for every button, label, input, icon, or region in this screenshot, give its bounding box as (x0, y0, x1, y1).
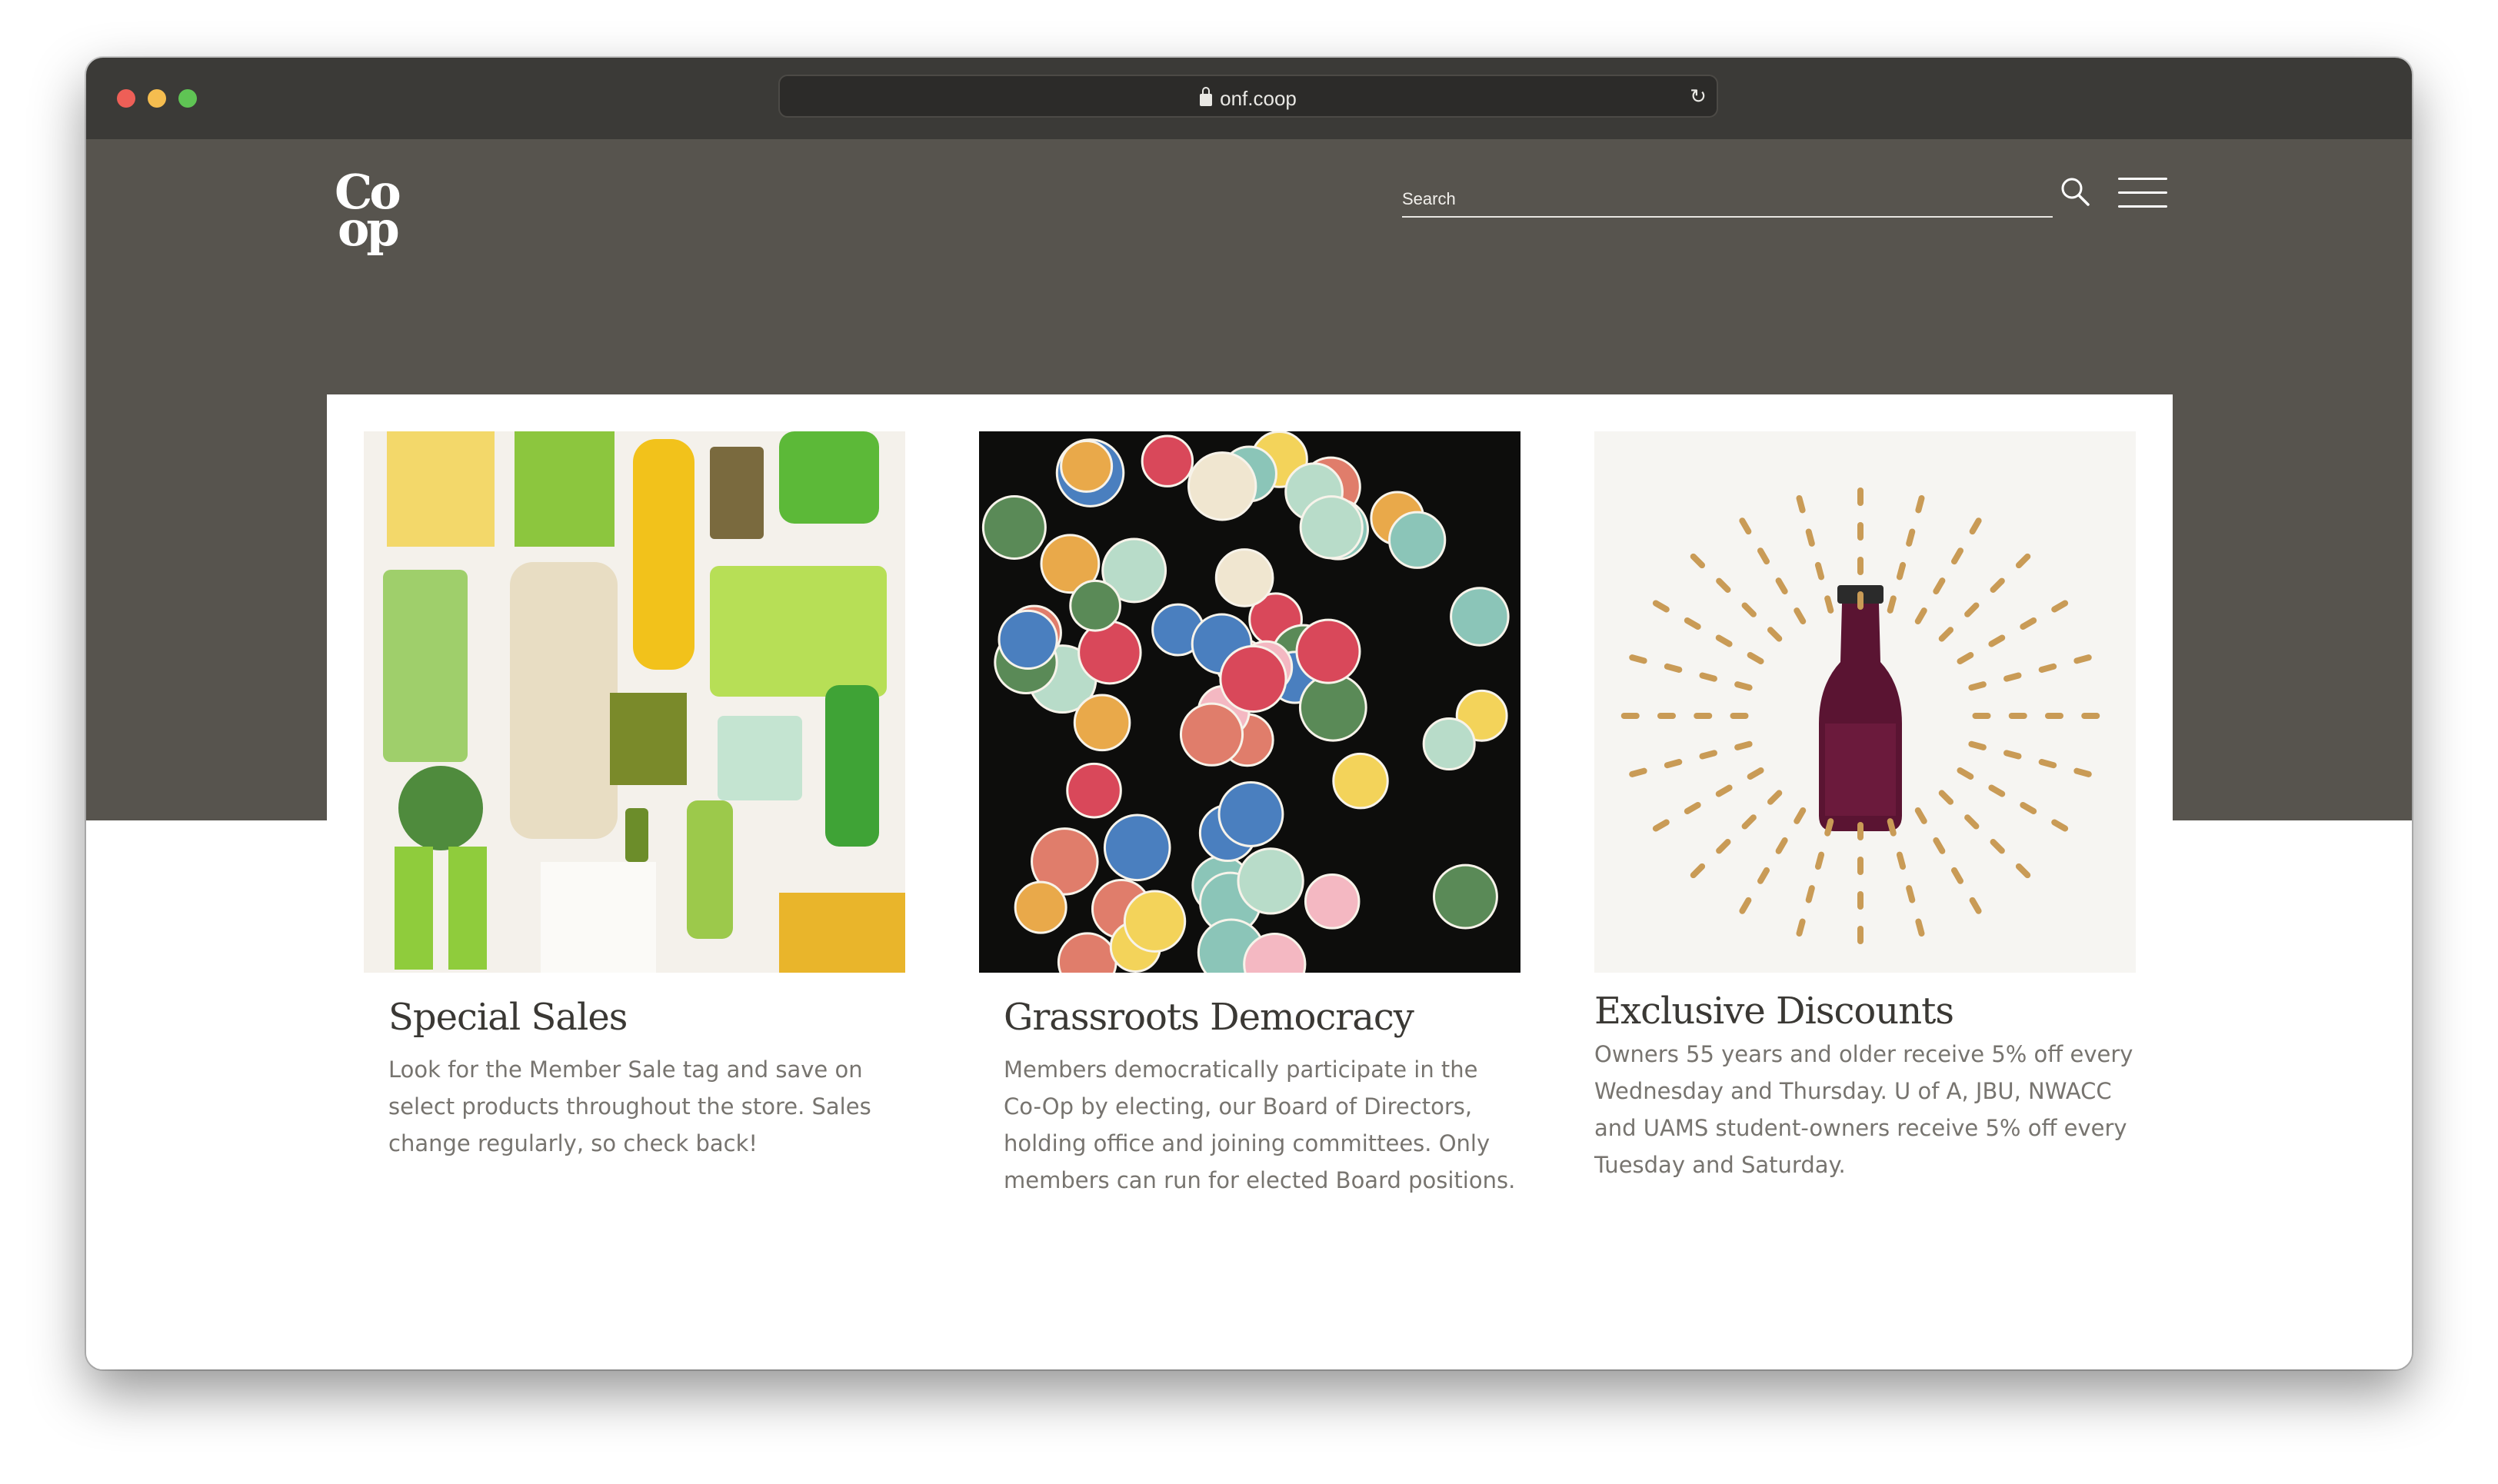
card-title: Special Sales (388, 996, 628, 1039)
card-body: Look for the Member Sale tag and save on… (388, 1056, 871, 1156)
card-exclusive-discounts: Exclusive Discounts Owners 55 years and … (1594, 431, 2136, 1183)
search-field (1402, 184, 2053, 218)
address-text-wrap: onf.coop (780, 87, 1717, 111)
juice-bottle-image (1594, 431, 2136, 973)
products-flatlay-image (364, 431, 905, 973)
lock-icon (1200, 87, 1213, 106)
card-body: Owners 55 years and older receive 5% off… (1594, 1041, 2133, 1178)
card-grassroots-democracy: Grassroots Democracy Members democratica… (979, 431, 1520, 1199)
member-benefits-cards: Special Sales Look for the Member Sale t… (327, 394, 2173, 1193)
card-special-sales: Special Sales Look for the Member Sale t… (364, 431, 905, 1162)
address-bar[interactable]: onf.coop ↻ (778, 75, 1718, 118)
browser-window: onf.coop ↻ Co op Search Special Sales Lo… (86, 58, 2412, 1369)
reload-icon[interactable]: ↻ (1689, 86, 1707, 106)
page-content: Co op Search Special Sales Look for the … (86, 139, 2412, 1369)
search-icon[interactable] (2060, 176, 2090, 207)
pin-buttons-image (979, 431, 1520, 973)
hamburger-menu-icon[interactable] (2118, 178, 2167, 208)
maximize-window-button[interactable] (178, 89, 197, 108)
card-title: Exclusive Discounts (1594, 990, 1954, 1033)
browser-titlebar: onf.coop ↻ (86, 58, 2412, 141)
close-window-button[interactable] (117, 89, 135, 108)
logo-line-2: op (338, 201, 400, 257)
minimize-window-button[interactable] (148, 89, 166, 108)
url-text: onf.coop (1220, 87, 1297, 110)
coop-logo[interactable]: Co op (335, 168, 411, 261)
card-title: Grassroots Democracy (1004, 996, 1414, 1039)
card-body: Members democratically participate in th… (1004, 1056, 1516, 1193)
search-input[interactable] (1402, 184, 2053, 215)
